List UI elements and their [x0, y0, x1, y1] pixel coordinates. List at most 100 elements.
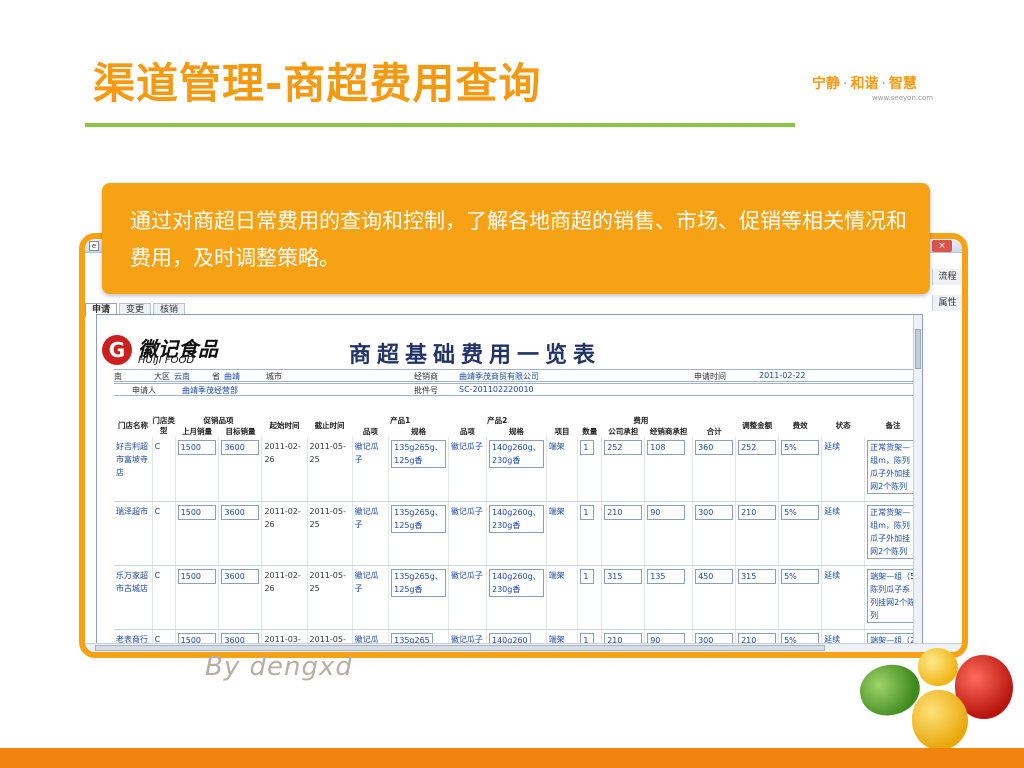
- apply-date-value[interactable]: 2011-02-22: [759, 371, 806, 380]
- cell-adjust[interactable]: 252: [738, 440, 777, 455]
- group-fee: 费用: [633, 415, 649, 425]
- group-product1: 产品1: [390, 415, 411, 425]
- applicant-value[interactable]: 曲靖季茂经营部: [182, 385, 238, 396]
- cell-item1: 徽记瓜子: [352, 565, 390, 630]
- form-tabs: 申请 变更 核销: [85, 297, 187, 317]
- slide: 渠道管理-商超费用查询 宁静 · 和谐 · 智慧 www.seeyon.com e × …: [0, 0, 1024, 768]
- cell-spec1[interactable]: 135g265g、125g香: [391, 440, 446, 468]
- cell-project: 端架: [546, 565, 579, 630]
- cell-end: 2011-05-25: [307, 437, 353, 502]
- vertical-scroll-thumb[interactable]: [915, 329, 921, 369]
- region-prefix: 南: [114, 372, 122, 381]
- callout-text: 通过对商超日常费用的查询和控制，了解各地商超的销售、市场、促销等相关情况和费用，…: [130, 209, 907, 270]
- table-group-header: 门店名称 门店类型 促销品项 起始时间 截止时间 产品1 产品2 费用 调整金额…: [114, 415, 922, 436]
- batch-label: 批件号: [414, 386, 438, 395]
- fee-table: 门店名称 门店类型 促销品项 起始时间 截止时间 产品1 产品2 费用 调整金额…: [114, 415, 922, 646]
- info-row-applicant: 申请人 曲靖季茂经营部 批件号 SC-201102220010: [114, 383, 922, 396]
- brand-slogan: 宁静 · 和谐 · 智慧: [812, 73, 917, 93]
- col-total: 合计: [706, 426, 722, 436]
- col-spec2: 规格: [508, 426, 524, 436]
- col-effect: 费效: [792, 421, 808, 430]
- cell-effect[interactable]: 5%: [781, 440, 820, 455]
- cell-spec2[interactable]: 140g260g、230g香: [489, 568, 544, 597]
- cell-status: 延续: [821, 437, 866, 502]
- table-row[interactable]: 好吉利超市富坡寺店 C 1500 3600 2011-02-26 2011-05…: [114, 437, 922, 502]
- cell-company[interactable]: 210: [604, 504, 643, 520]
- cell-qty[interactable]: 1: [580, 504, 595, 520]
- cell-total[interactable]: 360: [695, 440, 734, 455]
- brand-word-3: 智慧: [888, 76, 917, 92]
- col-start: 起始时间: [269, 421, 300, 430]
- page-title: 渠道管理-商超费用查询: [93, 59, 542, 108]
- dealer-value[interactable]: 曲靖季茂商贸有限公司: [459, 371, 539, 382]
- cell-total[interactable]: 300: [695, 504, 734, 520]
- cell-dealer[interactable]: 90: [647, 504, 686, 520]
- brand-word-1: 宁静: [812, 76, 840, 92]
- cell-remark[interactable]: 端架—组（5陈列瓜子系列挂网2个陈列: [867, 568, 919, 623]
- cell-adjust[interactable]: 315: [738, 568, 777, 584]
- cell-target[interactable]: 3600: [221, 440, 260, 455]
- cell-type: C: [152, 501, 176, 566]
- cell-remark[interactable]: 正常货架—组m，陈列瓜子外加挂网2个陈列: [867, 440, 919, 494]
- vertical-scrollbar[interactable]: [913, 315, 922, 646]
- cell-spec1[interactable]: 135g265g、125g香: [391, 568, 446, 597]
- brand-word-2: 和谐: [850, 76, 879, 92]
- horizontal-scroll-thumb[interactable]: [95, 645, 825, 651]
- cell-last-month[interactable]: 1500: [177, 504, 216, 520]
- cell-item1: 徽记瓜子: [352, 437, 390, 502]
- cell-total[interactable]: 450: [695, 568, 734, 584]
- cell-end: 2011-05-25: [307, 565, 353, 630]
- col-project: 项目: [554, 426, 570, 436]
- window-app-icon: e: [89, 241, 99, 251]
- col-end: 截止时间: [314, 421, 345, 430]
- cell-start: 2011-02-26: [261, 501, 308, 566]
- cell-adjust[interactable]: 210: [738, 504, 777, 520]
- col-adjust: 调整金额: [742, 421, 773, 430]
- info-row-region: 南 大区 云南 省 曲靖 城市 经销商 曲靖季茂商贸有限公司 申请时间 2011…: [114, 369, 922, 382]
- table-row[interactable]: 乐万家超市古城店 C 1500 3600 2011-02-26 2011-05-…: [114, 565, 922, 630]
- city-value[interactable]: 曲靖: [224, 371, 240, 382]
- applicant-label: 申请人: [132, 386, 156, 395]
- cell-effect[interactable]: 5%: [781, 504, 820, 520]
- col-item2: 品项: [459, 426, 475, 436]
- title-underline: [85, 123, 795, 127]
- cell-start: 2011-02-26: [261, 565, 308, 630]
- cell-store[interactable]: 乐万家超市古城店: [114, 565, 153, 630]
- group-promo: 促销品项: [203, 415, 234, 425]
- cell-start: 2011-02-26: [261, 437, 308, 502]
- city-label: 城市: [266, 372, 282, 381]
- batch-value[interactable]: SC-201102220010: [459, 385, 534, 394]
- cell-remark[interactable]: 正常货架—组m，陈列瓜子外加挂网2个陈列: [867, 504, 919, 559]
- doc-header: G 徽记食品 HUIJI FOOD 商超基础费用一览表: [102, 333, 922, 368]
- cell-effect[interactable]: 5%: [781, 568, 820, 584]
- yellow-pepper-icon: [918, 648, 958, 686]
- brand-separator: ·: [843, 76, 848, 92]
- cell-qty[interactable]: 1: [580, 440, 595, 455]
- cell-end: 2011-05-25: [307, 501, 353, 566]
- side-button-workflow[interactable]: 流程: [932, 269, 962, 285]
- cell-spec1[interactable]: 135g265g、125g香: [391, 504, 446, 533]
- cell-last-month[interactable]: 1500: [177, 440, 216, 455]
- brand-separator: ·: [881, 76, 886, 92]
- cell-target[interactable]: 3600: [221, 568, 260, 584]
- cell-store[interactable]: 瑞泽超市: [114, 501, 153, 566]
- close-button[interactable]: ×: [932, 240, 952, 252]
- cell-spec2[interactable]: 140g260g、230g香: [489, 504, 544, 533]
- cell-item2: 徽记瓜子: [448, 565, 488, 630]
- cell-dealer[interactable]: 108: [647, 440, 686, 455]
- side-button-properties[interactable]: 属性: [932, 295, 962, 311]
- cell-project: 端架: [546, 437, 579, 502]
- cell-spec2[interactable]: 140g260g、230g香: [489, 440, 544, 468]
- cell-last-month[interactable]: 1500: [177, 568, 216, 584]
- huiji-logo-icon: G: [102, 335, 132, 365]
- table-row[interactable]: 瑞泽超市 C 1500 3600 2011-02-26 2011-05-25 徽…: [114, 501, 922, 566]
- col-item1: 品项: [362, 426, 378, 436]
- cell-store[interactable]: 好吉利超市富坡寺店: [114, 437, 153, 502]
- cell-company[interactable]: 252: [604, 440, 643, 455]
- cell-company[interactable]: 315: [604, 568, 643, 584]
- cell-qty[interactable]: 1: [580, 568, 595, 584]
- cell-dealer[interactable]: 135: [647, 568, 686, 584]
- horizontal-scrollbar[interactable]: [85, 643, 962, 652]
- cell-target[interactable]: 3600: [221, 504, 260, 520]
- province-value[interactable]: 云南: [174, 371, 190, 382]
